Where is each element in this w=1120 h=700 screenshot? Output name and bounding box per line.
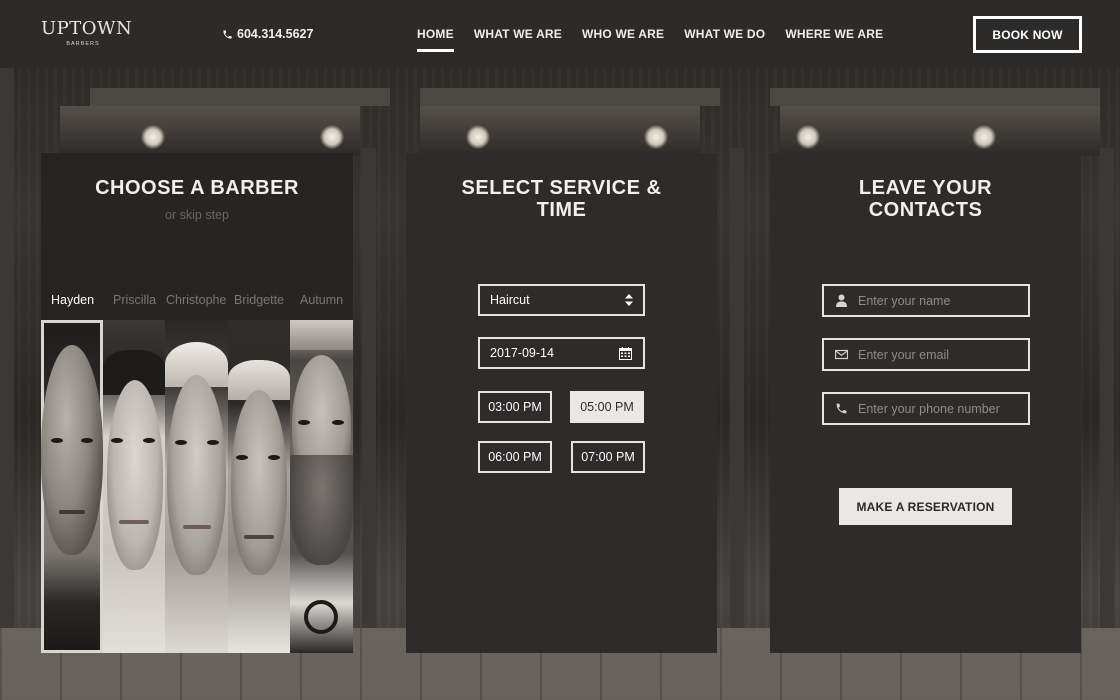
nav-what-we-are[interactable]: WHAT WE ARE [474,27,562,41]
nav-who-we-are[interactable]: WHO WE ARE [582,27,664,41]
date-picker[interactable]: 2017-09-14 [478,337,645,369]
book-now-button[interactable]: BOOK NOW [973,16,1082,53]
barber-name-christophe[interactable]: Christophe [166,293,226,307]
phone-icon [836,403,847,414]
service-select[interactable]: Haircut [478,284,645,316]
contacts-title-line2: CONTACTS [868,199,983,221]
skip-step-link[interactable]: or skip step [41,208,353,222]
contacts-title: LEAVE YOUR CONTACTS [770,177,1081,221]
select-arrows-icon [625,294,633,306]
choose-barber-title: CHOOSE A BARBER [95,177,299,199]
email-field[interactable] [822,338,1030,371]
name-field[interactable] [822,284,1030,317]
contacts-panel: LEAVE YOUR CONTACTS MAKE A RESERVATION [770,153,1081,653]
time-slot-0500pm[interactable]: 05:00 PM [570,391,644,423]
barber-photo-christophe[interactable] [165,320,228,653]
nav-home[interactable]: HOME [417,27,454,52]
barber-name-hayden[interactable]: Hayden [51,293,94,307]
service-select-value: Haircut [490,293,530,307]
barber-name-list: Hayden Priscilla Christophe Bridgette Au… [41,293,353,309]
time-slot-0300pm[interactable]: 03:00 PM [478,391,552,423]
barber-photo-bridgette[interactable] [228,320,290,653]
barber-photo-hayden[interactable] [41,320,103,653]
name-input[interactable] [858,293,1018,308]
calendar-icon [619,347,632,360]
date-picker-value: 2017-09-14 [490,346,554,360]
phone-icon [223,29,232,39]
barber-photo-strips [41,320,353,653]
phone-input[interactable] [858,401,1018,416]
user-icon [836,294,847,307]
select-service-title: SELECT SERVICE & TIME [406,177,717,221]
choose-barber-panel: CHOOSE A BARBER or skip step Hayden Pris… [41,153,353,653]
make-reservation-button[interactable]: MAKE A RESERVATION [839,488,1012,525]
barber-name-autumn[interactable]: Autumn [300,293,343,307]
phone-number[interactable]: 604.314.5627 [222,27,313,41]
logo-subtitle: BARBERS [66,41,100,47]
phone-number-text: 604.314.5627 [237,27,314,41]
site-header: UPTOWN BARBERS 604.314.5627 HOME WHAT WE… [0,0,1120,68]
nav-where-we-are[interactable]: WHERE WE ARE [785,27,883,41]
barber-photo-autumn[interactable] [290,320,353,653]
barber-photo-priscilla[interactable] [103,320,165,653]
barber-name-priscilla[interactable]: Priscilla [113,293,156,307]
time-slot-0600pm[interactable]: 06:00 PM [478,441,552,473]
email-input[interactable] [858,347,1018,362]
logo-wordmark: UPTOWN [41,18,133,39]
contacts-title-line1: LEAVE YOUR [858,177,993,199]
phone-field[interactable] [822,392,1030,425]
envelope-icon [835,349,848,360]
select-service-title-line2: TIME [536,199,587,221]
logo[interactable]: UPTOWN BARBERS [41,18,133,48]
barber-name-bridgette[interactable]: Bridgette [234,293,284,307]
main-nav: HOME WHAT WE ARE WHO WE ARE WHAT WE DO W… [417,27,883,52]
nav-what-we-do[interactable]: WHAT WE DO [684,27,765,41]
time-slot-0700pm[interactable]: 07:00 PM [571,441,645,473]
select-service-panel: SELECT SERVICE & TIME Haircut 2017-09-14… [406,153,717,653]
select-service-title-line1: SELECT SERVICE & [461,177,662,199]
